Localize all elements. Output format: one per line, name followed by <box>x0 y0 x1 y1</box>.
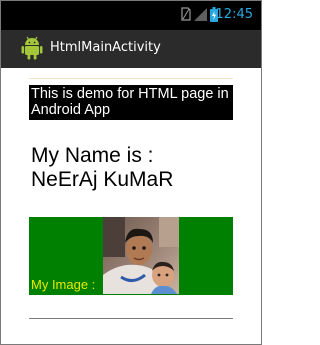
bottom-divider <box>29 318 233 319</box>
intro-text: This is demo for HTML page in Android Ap… <box>29 85 233 120</box>
status-bar: 12:45 <box>1 1 261 30</box>
name-heading-line2: NeErAj KuMaR <box>31 168 174 191</box>
name-heading-line1: My Name is : <box>31 144 154 167</box>
signal-icon <box>194 8 207 21</box>
image-label: My Image : <box>31 277 96 292</box>
action-bar: HtmlMainActivity <box>1 30 261 68</box>
name-heading: My Name is : NeErAj KuMaR <box>31 144 241 192</box>
top-divider <box>29 78 233 79</box>
profile-photo <box>103 217 179 294</box>
android-app-icon[interactable] <box>21 36 43 60</box>
status-time: 12:45 <box>215 7 253 22</box>
no-sim-icon <box>181 7 191 21</box>
image-panel: My Image : <box>29 217 233 295</box>
action-bar-title: HtmlMainActivity <box>50 40 161 55</box>
